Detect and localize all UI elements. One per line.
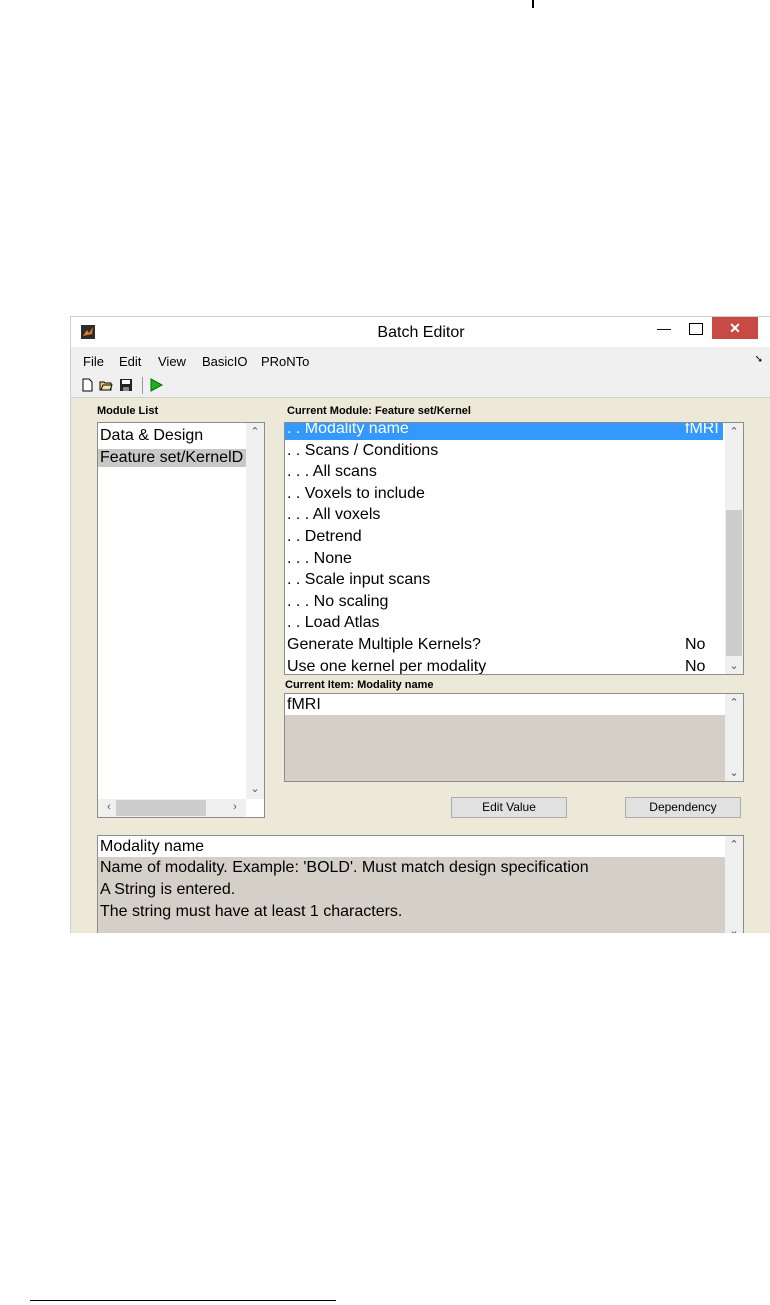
module-field-row-selected[interactable]: . . Modality name fMRI: [285, 422, 723, 440]
help-box: Modality name Name of modality. Example:…: [97, 835, 744, 933]
scroll-down-icon[interactable]: ⌄: [725, 924, 743, 933]
hscroll-thumb[interactable]: [116, 800, 206, 816]
field-name: . . Load Atlas: [287, 614, 380, 632]
help-heading: Modality name: [98, 836, 725, 857]
toolbar-separator: [142, 377, 143, 394]
edit-value-button[interactable]: Edit Value: [451, 797, 567, 818]
menu-overflow-icon[interactable]: ➘: [755, 354, 763, 365]
menu-pronto[interactable]: PRoNTo: [261, 354, 309, 369]
current-item-label: Current Item: Modality name: [285, 679, 434, 691]
field-name: . . Detrend: [287, 528, 362, 545]
module-field-row[interactable]: . . . No scaling: [285, 591, 723, 613]
run-icon[interactable]: [149, 378, 163, 392]
module-list-hscroll[interactable]: ‹ ›: [98, 799, 246, 817]
current-item-value[interactable]: fMRI: [285, 694, 725, 715]
module-list-vscroll[interactable]: ⌃ ⌄: [246, 423, 264, 799]
field-value: No: [685, 657, 706, 675]
scroll-down-icon[interactable]: ⌄: [725, 659, 743, 672]
field-name: Use one kernel per modality: [287, 657, 487, 675]
module-field-row[interactable]: . . Scale input scans: [285, 569, 723, 591]
new-file-icon[interactable]: [80, 378, 94, 392]
scroll-up-icon[interactable]: ⌃: [246, 425, 264, 438]
scroll-down-icon[interactable]: ⌄: [246, 782, 264, 795]
field-name: Generate Multiple Kernels?: [287, 636, 481, 653]
close-button[interactable]: ✕: [712, 317, 758, 339]
maximize-button[interactable]: [682, 317, 710, 339]
module-list-label: Module List: [97, 405, 159, 417]
module-field-row[interactable]: . . Load Atlas: [285, 612, 723, 634]
maximize-icon: [689, 323, 703, 336]
scroll-down-icon[interactable]: ⌄: [725, 766, 743, 779]
dependency-button[interactable]: Dependency: [625, 797, 741, 818]
menu-bar: File Edit View BasicIO PRoNTo ➘: [71, 347, 770, 374]
field-name: . . . All voxels: [287, 506, 381, 524]
module-list[interactable]: Data & Design Feature set/KernelD ⌃ ⌄ ‹ …: [97, 422, 265, 818]
menu-file[interactable]: File: [83, 354, 104, 369]
scroll-up-icon[interactable]: ⌃: [725, 838, 743, 851]
open-folder-icon[interactable]: [99, 378, 113, 392]
save-icon[interactable]: [119, 378, 133, 392]
batch-editor-window: Batch Editor — ✕ File Edit View BasicIO …: [70, 316, 770, 933]
current-module-label: Current Module: Feature set/Kernel: [287, 405, 471, 417]
scroll-right-icon[interactable]: ›: [226, 801, 244, 813]
menu-edit[interactable]: Edit: [119, 354, 141, 369]
module-field-row[interactable]: . . Voxels to include: [285, 483, 723, 505]
module-field-row[interactable]: . . Scans / Conditions: [285, 440, 723, 462]
minimize-button[interactable]: —: [651, 317, 677, 339]
current-item-box[interactable]: fMRI ⌃ ⌄: [284, 693, 744, 782]
footnote-rule: [30, 1300, 336, 1301]
current-module-vscroll[interactable]: ⌃ ⌄: [725, 423, 743, 674]
menu-basicio[interactable]: BasicIO: [202, 354, 248, 369]
title-bar: Batch Editor — ✕: [71, 317, 770, 347]
help-line: Name of modality. Example: 'BOLD'. Must …: [100, 859, 589, 876]
field-name: . . . All scans: [287, 463, 377, 481]
module-field-row[interactable]: Use one kernel per modality No: [285, 656, 723, 675]
module-item[interactable]: Data & Design: [100, 427, 203, 445]
vscroll-thumb[interactable]: [726, 510, 742, 656]
help-line: A String is entered.: [100, 881, 236, 898]
module-field-row[interactable]: . . . All scans: [285, 461, 723, 483]
field-name: . . Modality name: [287, 422, 409, 437]
module-field-row[interactable]: . . . None: [285, 548, 723, 570]
help-vscroll[interactable]: ⌃ ⌄: [725, 836, 743, 933]
field-name: . . . No scaling: [287, 592, 389, 610]
field-name: . . Scans / Conditions: [287, 441, 439, 459]
scroll-up-icon[interactable]: ⌃: [725, 696, 743, 709]
module-item-selected[interactable]: Feature set/KernelD: [98, 449, 248, 467]
module-field-row[interactable]: Generate Multiple Kernels? No: [285, 634, 723, 656]
help-line: The string must have at least 1 characte…: [100, 903, 403, 920]
scroll-up-icon[interactable]: ⌃: [725, 425, 743, 438]
field-name: . . Scale input scans: [287, 571, 431, 589]
field-value: No: [685, 636, 706, 653]
current-module-list[interactable]: . . Modality name fMRI . . Scans / Conditi…: [284, 422, 744, 675]
field-name: . . . None: [287, 549, 352, 567]
page-top-mark: [532, 0, 534, 8]
module-field-row[interactable]: . . Detrend: [285, 526, 723, 548]
menu-view[interactable]: View: [158, 354, 186, 369]
field-value: fMRI: [685, 422, 719, 437]
toolbar: [71, 374, 770, 398]
current-item-vscroll[interactable]: ⌃ ⌄: [725, 694, 743, 781]
field-name: . . Voxels to include: [287, 484, 425, 502]
module-field-row[interactable]: . . . All voxels: [285, 504, 723, 526]
